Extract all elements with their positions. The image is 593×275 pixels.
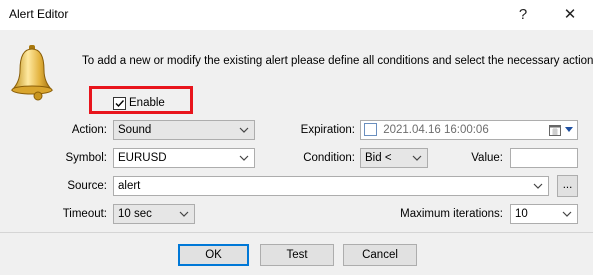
help-button[interactable]: ? [500,0,546,30]
symbol-label: Symbol: [65,152,107,164]
dropdown-triangle-icon[interactable] [565,127,573,133]
enable-checkbox-row[interactable]: Enable [113,95,165,111]
value-label: Value: [471,152,503,164]
value-input[interactable] [510,148,578,168]
max-iterations-select[interactable]: 10 [510,204,578,224]
expiration-value: 2021.04.16 16:00:06 [383,124,489,136]
chevron-down-icon [562,211,572,217]
condition-select[interactable]: Bid < [360,148,428,168]
test-button[interactable]: Test [260,244,334,266]
action-value: Sound [118,124,152,136]
action-label: Action: [71,124,107,136]
close-button[interactable]: ✕ [547,0,593,30]
timeout-label: Timeout: [62,208,107,220]
ok-button[interactable]: OK [178,244,249,266]
separator [0,232,593,233]
enable-label: Enable [129,97,165,109]
chevron-down-icon [239,155,249,161]
action-select[interactable]: Sound [113,120,255,140]
calendar-icon[interactable] [549,124,561,136]
source-select[interactable]: alert [113,176,549,196]
source-label: Source: [67,180,107,192]
max-iterations-value: 10 [515,208,528,220]
browse-button[interactable]: ... [557,175,578,197]
expiration-datetime[interactable]: 2021.04.16 16:00:06 [360,120,578,140]
bell-icon [10,44,54,102]
chevron-down-icon [239,127,249,133]
condition-label: Condition: [303,152,355,164]
description-text: To add a new or modify the existing aler… [82,55,593,67]
symbol-value: EURUSD [118,152,167,164]
timeout-value: 10 sec [118,208,152,220]
timeout-select[interactable]: 10 sec [113,204,195,224]
condition-value: Bid < [365,152,392,164]
symbol-select[interactable]: EURUSD [113,148,255,168]
max-iterations-label: Maximum iterations: [400,208,503,220]
chevron-down-icon [412,155,422,161]
expiration-checkbox[interactable] [364,123,377,137]
enable-checkbox[interactable] [113,96,126,110]
window-title: Alert Editor [9,7,69,21]
chevron-down-icon [533,183,543,189]
cancel-button[interactable]: Cancel [343,244,417,266]
chevron-down-icon [179,211,189,217]
source-value: alert [118,180,141,192]
expiration-label: Expiration: [300,124,355,136]
